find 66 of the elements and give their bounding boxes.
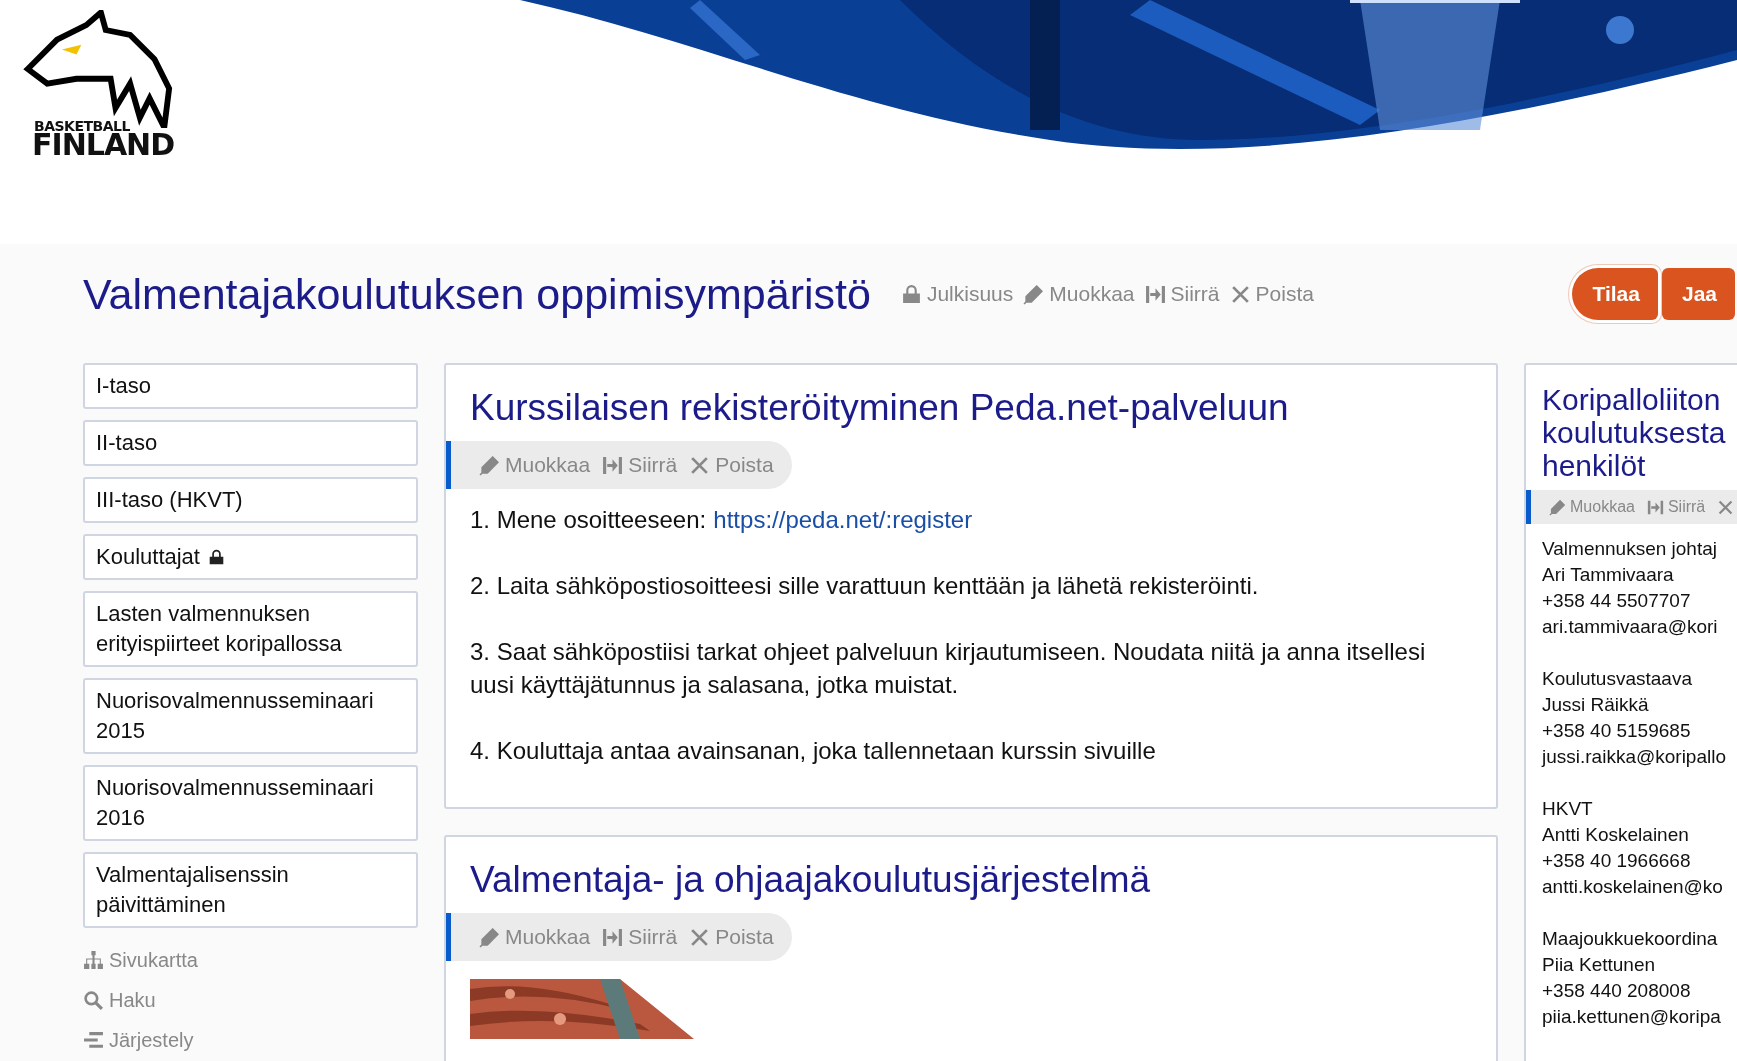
- edit-button[interactable]: Muokkaa: [479, 925, 591, 949]
- privacy-button[interactable]: Julkisuus: [900, 282, 1014, 306]
- edit-button[interactable]: Muokkaa: [1549, 498, 1635, 516]
- arrange-icon: [83, 1030, 104, 1051]
- contact-line: +358 440 208008: [1542, 979, 1692, 1003]
- search-link[interactable]: Haku: [83, 985, 418, 1016]
- card-title: Valmentaja- ja ohjaajakoulutusjärjestelmä: [470, 859, 1152, 901]
- delete-button[interactable]: Poista: [689, 925, 774, 949]
- contact-line: +358 40 5159685: [1542, 719, 1692, 743]
- nav-item[interactable]: Lasten valmennuksen erityispiirteet koripallossa: [83, 591, 418, 667]
- register-link[interactable]: https://peda.net/:register: [713, 506, 973, 533]
- contact-line: +358 44 5507707: [1542, 589, 1692, 613]
- contact-line: Ari Tammivaara: [1542, 563, 1675, 587]
- move-button[interactable]: Siirrä: [602, 925, 678, 949]
- contact-line: antti.koskelainen@ko: [1542, 875, 1724, 899]
- contact-line: piia.kettunen@koripa: [1542, 1005, 1722, 1029]
- delete-button[interactable]: Poista: [1229, 282, 1314, 306]
- contact-line: Jussi Räikkä: [1542, 693, 1650, 717]
- card-title: koulutuksesta: [1542, 416, 1727, 449]
- pencil-icon: [479, 926, 500, 948]
- nav-item[interactable]: Nuorisovalmennusseminaari 2015: [83, 678, 418, 754]
- card-title: Kurssilaisen rekisteröityminen Peda.net-palveluun: [470, 387, 1290, 429]
- move-button[interactable]: Siirrä: [602, 453, 678, 477]
- move-icon: [1144, 283, 1166, 305]
- contact-line: ari.tammivaara@kori: [1542, 615, 1719, 639]
- nav-item[interactable]: III-taso (HKVT): [83, 477, 418, 523]
- nav-item[interactable]: Kouluttajat: [83, 534, 418, 580]
- pencil-icon: [1549, 498, 1566, 516]
- action-button[interactable]: Jaa: [1661, 268, 1735, 320]
- contact-line: HKVT: [1542, 797, 1594, 821]
- delete-button[interactable]: [1717, 498, 1735, 516]
- move-icon: [602, 454, 624, 476]
- edit-button[interactable]: Muokkaa: [479, 453, 591, 477]
- pencil-icon: [479, 454, 500, 476]
- paragraph: 2. Laita sähköpostiosoitteesi sille varattuun kenttään ja lähetä rekisteröinti.: [470, 571, 1260, 601]
- move-button[interactable]: Siirrä: [1646, 498, 1706, 516]
- move-icon: [602, 926, 624, 948]
- edit-button[interactable]: Muokkaa: [1023, 282, 1135, 306]
- card-title: Koripalloliiton: [1542, 383, 1722, 416]
- page-title: Valmentajakoulutuksen oppimisympäristö: [83, 269, 871, 319]
- lock-icon: [900, 283, 922, 305]
- contact-line: jussi.raikka@koripallo: [1542, 745, 1728, 769]
- search-icon: [83, 990, 104, 1011]
- nav-item[interactable]: I-taso: [83, 363, 418, 409]
- card-title: henkilöt: [1542, 449, 1647, 482]
- arrange-link[interactable]: Järjestely: [83, 1025, 418, 1056]
- paragraph: 3. Saat sähköpostiisi tarkat ohjeet palveluun kirjautumiseen. Noudata niitä ja anna itsellesi uusi käyttäjätunnus ja salasana, jotka muistat.: [470, 637, 1427, 700]
- contact-line: Valmennuksen johtaj: [1542, 537, 1718, 561]
- contact-line: Piia Kettunen: [1542, 953, 1657, 977]
- sitemap-icon: [83, 950, 104, 971]
- close-icon: [1717, 498, 1735, 516]
- contact-line: +358 40 1966668: [1542, 849, 1692, 873]
- move-icon: [1646, 498, 1664, 516]
- lock-icon: [207, 548, 225, 566]
- nav-item[interactable]: II-taso: [83, 420, 418, 466]
- contact-line: Koulutusvastaava: [1542, 667, 1693, 691]
- sitemap-link[interactable]: Sivukartta: [83, 945, 418, 976]
- delete-button[interactable]: Poista: [689, 453, 774, 477]
- contact-line: Antti Koskelainen: [1542, 823, 1690, 847]
- move-button[interactable]: Siirrä: [1144, 282, 1220, 306]
- nav-item[interactable]: Nuorisovalmennusseminaari 2016: [83, 765, 418, 841]
- paragraph: 1. Mene osoitteeseen: https://peda.net/:register: [470, 505, 974, 535]
- pencil-icon: [1023, 283, 1045, 305]
- paragraph: 4. Kouluttaja antaa avainsanan, joka tallennetaan kurssin sivuille: [470, 736, 1157, 766]
- nav-item[interactable]: Valmentajalisenssin päivittäminen: [83, 852, 418, 928]
- contact-line: Maajoukkuekoordina: [1542, 927, 1719, 951]
